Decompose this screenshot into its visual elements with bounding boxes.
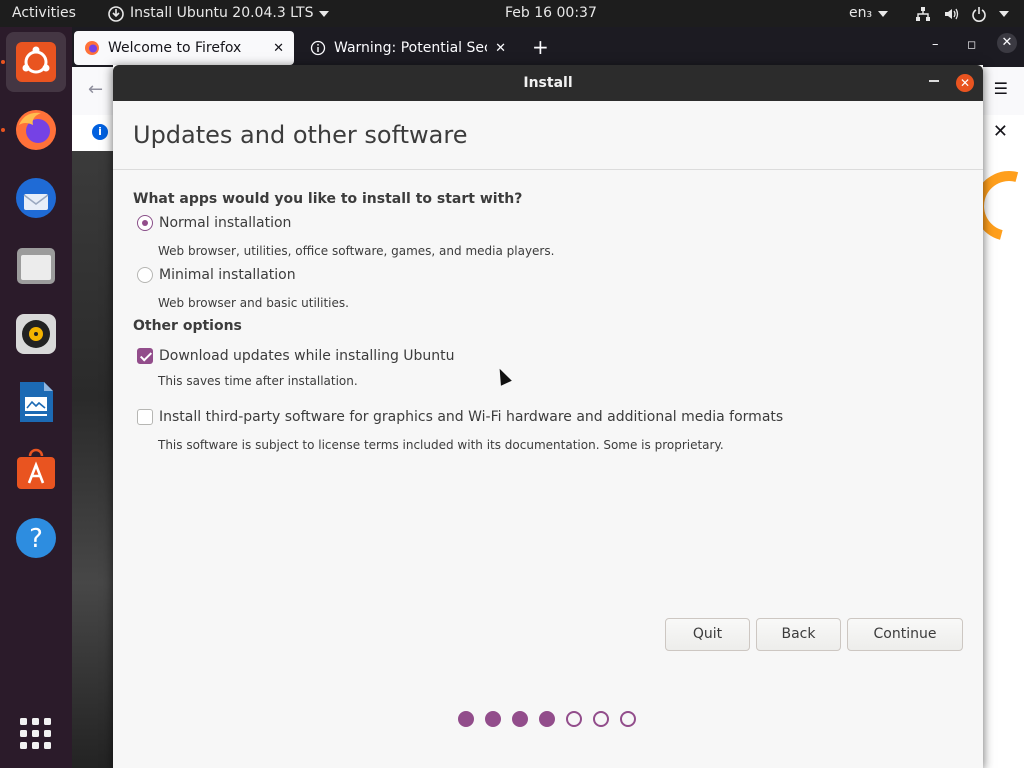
radio-selected-icon[interactable]	[137, 215, 153, 231]
checkbox-unchecked-icon[interactable]	[137, 409, 153, 425]
tab-warning[interactable]: Warning: Potential Securi ✕	[300, 31, 516, 65]
clock[interactable]: Feb 16 00:37	[505, 0, 597, 27]
quit-button[interactable]: Quit	[665, 618, 750, 651]
tab-label: Warning: Potential Securi	[334, 40, 487, 56]
progress-dot	[458, 711, 474, 727]
info-icon: i	[92, 124, 108, 140]
dock-firefox[interactable]	[6, 100, 66, 160]
app-menu-label: Install Ubuntu 20.04.3 LTS	[130, 5, 314, 21]
continue-button[interactable]: Continue	[847, 618, 963, 651]
option-label: Minimal installation	[159, 267, 296, 283]
files-icon	[17, 248, 55, 284]
app-grid-icon	[20, 718, 51, 749]
dock: ?	[0, 27, 72, 768]
network-icon	[916, 6, 930, 21]
dock-show-applications[interactable]	[6, 704, 66, 764]
tab-welcome-firefox[interactable]: Welcome to Firefox ✕	[74, 31, 294, 65]
close-window-icon[interactable]: ✕	[997, 33, 1017, 53]
ubuntu-software-icon	[17, 448, 55, 489]
dialog-titlebar[interactable]: Install ✕	[113, 65, 983, 101]
minimal-installation-radio[interactable]: Minimal installation	[137, 267, 296, 283]
option-label: Normal installation	[159, 215, 292, 231]
language-label: en₃	[849, 5, 873, 21]
option-description: Web browser, utilities, office software,…	[158, 244, 555, 258]
dock-help[interactable]: ?	[6, 508, 66, 568]
new-tab-icon[interactable]: +	[532, 35, 549, 59]
progress-dot	[566, 711, 582, 727]
back-button[interactable]: Back	[756, 618, 841, 651]
progress-dot	[593, 711, 609, 727]
running-indicator	[1, 60, 5, 64]
volume-icon	[945, 8, 959, 19]
close-tab-icon[interactable]: ✕	[273, 41, 284, 56]
checkbox-description: This saves time after installation.	[158, 374, 358, 388]
close-notification-icon[interactable]: ✕	[993, 121, 1008, 142]
dock-ubuntu-software[interactable]	[6, 440, 66, 500]
help-icon: ?	[16, 518, 56, 558]
libreoffice-writer-icon	[20, 382, 53, 422]
other-options-heading: Other options	[133, 318, 242, 334]
installer-download-icon	[108, 5, 124, 22]
hamburger-menu-icon[interactable]: ☰	[994, 79, 1008, 98]
dialog-title: Install	[523, 75, 573, 91]
checkbox-description: This software is subject to license term…	[158, 438, 724, 452]
dock-files[interactable]	[6, 236, 66, 296]
checkbox-label: Install third-party software for graphic…	[159, 409, 784, 425]
chevron-down-icon	[999, 10, 1009, 17]
activities-button[interactable]: Activities	[12, 0, 76, 27]
system-menu[interactable]	[915, 0, 1009, 27]
normal-installation-radio[interactable]: Normal installation	[137, 215, 291, 231]
app-menu[interactable]: Install Ubuntu 20.04.3 LTS	[108, 0, 330, 27]
progress-dots	[458, 711, 636, 727]
close-tab-icon[interactable]: ✕	[495, 41, 506, 56]
installer-dialog: Install ✕ Updates and other software Wha…	[113, 65, 983, 768]
firefox-tab-strip: Welcome to Firefox ✕ Warning: Potential …	[72, 27, 1024, 67]
top-bar: Activities Install Ubuntu 20.04.3 LTS Fe…	[0, 0, 1024, 27]
firefox-favicon-icon	[85, 41, 99, 55]
dock-ubuntu-installer[interactable]	[6, 32, 66, 92]
progress-dot	[539, 711, 555, 727]
dialog-header: Updates and other software	[113, 101, 983, 170]
progress-dot	[512, 711, 528, 727]
dock-rhythmbox[interactable]	[6, 304, 66, 364]
ubuntu-installer-icon	[16, 42, 56, 82]
install-type-question: What apps would you like to install to s…	[133, 191, 523, 207]
progress-dot	[485, 711, 501, 727]
dock-thunderbird[interactable]	[6, 168, 66, 228]
power-icon	[972, 6, 986, 22]
page-edge	[961, 151, 1024, 768]
maximize-icon[interactable]: ◻	[967, 38, 976, 51]
page-title: Updates and other software	[133, 121, 468, 149]
rhythmbox-icon	[16, 314, 56, 354]
chevron-down-icon	[878, 10, 889, 17]
chevron-down-icon	[319, 10, 330, 17]
minimize-icon[interactable]: –	[932, 37, 939, 52]
language-indicator[interactable]: en₃	[849, 0, 889, 27]
minimize-icon[interactable]	[929, 80, 939, 82]
checkbox-label: Download updates while installing Ubuntu	[159, 348, 455, 364]
radio-unselected-icon[interactable]	[137, 267, 153, 283]
tab-label: Welcome to Firefox	[108, 40, 242, 56]
third-party-software-checkbox[interactable]: Install third-party software for graphic…	[137, 409, 783, 425]
progress-dot	[620, 711, 636, 727]
dock-libreoffice-writer[interactable]	[6, 372, 66, 432]
running-indicator	[1, 128, 5, 132]
checkbox-checked-icon[interactable]	[137, 348, 153, 364]
info-icon	[310, 40, 326, 56]
download-updates-checkbox[interactable]: Download updates while installing Ubuntu	[137, 348, 455, 364]
svg-text:?: ?	[29, 524, 43, 554]
back-arrow-icon[interactable]: ←	[88, 79, 103, 100]
option-description: Web browser and basic utilities.	[158, 296, 349, 310]
close-icon[interactable]: ✕	[956, 74, 974, 92]
thunderbird-icon	[16, 178, 56, 218]
firefox-icon	[16, 110, 56, 150]
